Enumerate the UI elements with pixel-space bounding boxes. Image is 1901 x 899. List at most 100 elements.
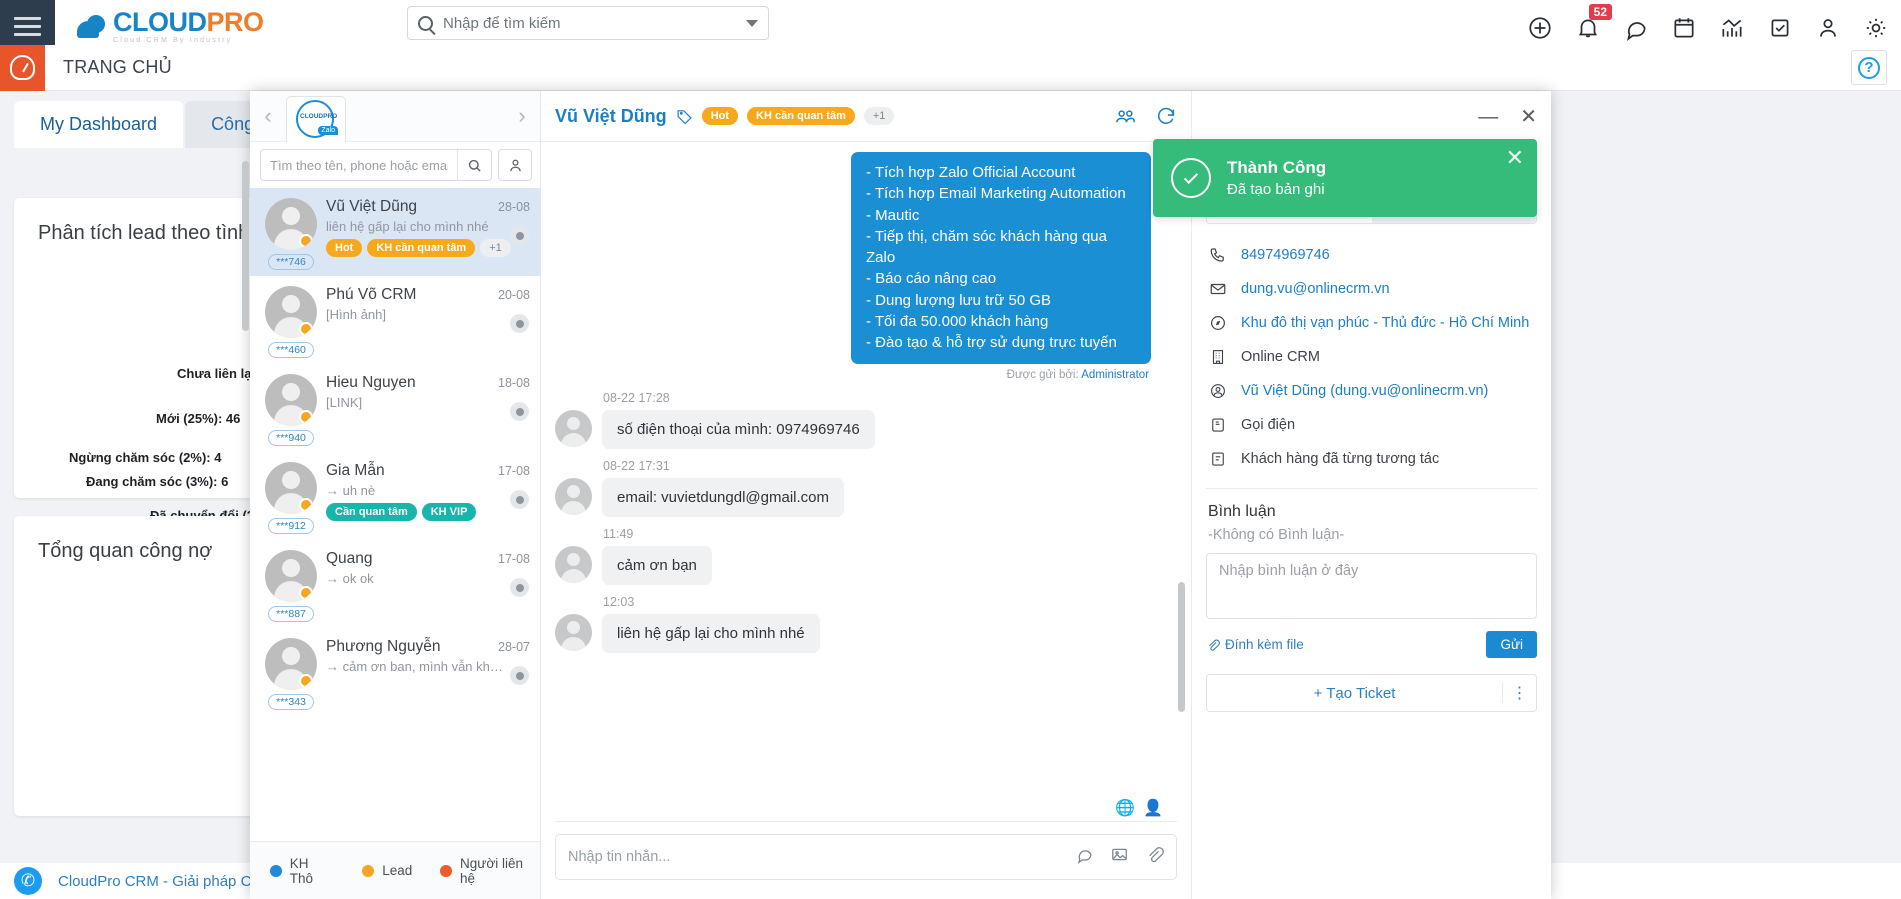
bell-icon[interactable]: 52 xyxy=(1575,3,1612,41)
user-icon[interactable] xyxy=(1815,15,1841,41)
conversation-title[interactable]: Vũ Việt Dũng xyxy=(555,106,667,127)
calendar-icon[interactable] xyxy=(1671,15,1697,41)
prev-channel-icon[interactable]: ‹ xyxy=(250,91,286,142)
contact-list[interactable]: ***746 Vũ Việt Dũng liên hệ gấp lại cho mì… xyxy=(250,188,540,841)
conversation-tag-0[interactable]: Hot xyxy=(701,107,739,125)
contact-date: 17-08 xyxy=(498,552,530,566)
next-channel-icon[interactable]: › xyxy=(504,91,540,142)
contact-list-item[interactable]: ***343 Phương Nguyễn → cảm ơn ban, mình vẫ… xyxy=(250,628,540,716)
legend-item: Lead xyxy=(362,863,412,878)
status-dot xyxy=(299,498,313,512)
message-input[interactable] xyxy=(568,849,1075,865)
analytics-icon[interactable] xyxy=(1719,15,1745,41)
contact-avatar-column: ***343 xyxy=(260,638,322,710)
detail-scrollbar[interactable] xyxy=(242,161,249,331)
chevron-down-icon[interactable] xyxy=(746,19,758,27)
contacts-search-input[interactable] xyxy=(261,157,457,173)
contacts-search-row xyxy=(250,142,540,188)
contact-phone: ***343 xyxy=(268,694,314,710)
contact-info-row[interactable]: 84974969746 xyxy=(1206,238,1537,272)
message-line: - Dung lượng lưu trữ 50 GB xyxy=(866,291,1052,309)
incoming-messages: 08-22 17:28 số điện thoại của mình: 09749… xyxy=(555,391,1151,653)
contact-tag[interactable]: +1 xyxy=(480,239,511,257)
contacts-header: ‹ CLOUDPRO Zalo › xyxy=(250,91,540,142)
comments-empty-text: -Không có Bình luận- xyxy=(1208,527,1345,543)
contact-list-item[interactable]: ***887 Quang → ok ok 17-08 xyxy=(250,540,540,628)
message-scrollbar[interactable] xyxy=(1178,582,1185,712)
incoming-message: email: vuvietdungdl@gmail.com xyxy=(555,477,1151,517)
legend-label: Lead xyxy=(382,863,413,878)
contact-tag[interactable]: KH VIP xyxy=(421,503,477,521)
image-icon[interactable] xyxy=(1110,845,1129,869)
contact-avatar-column: ***746 xyxy=(260,198,322,270)
composer-input-box[interactable] xyxy=(555,834,1177,880)
add-contact-button[interactable] xyxy=(498,149,532,181)
more-vertical-icon[interactable]: ⋮ xyxy=(1502,683,1536,703)
location-icon xyxy=(1208,314,1228,332)
window-controls: — ✕ xyxy=(1192,91,1551,142)
chat-icon[interactable] xyxy=(1623,15,1649,41)
contact-tag[interactable]: Cần quan tâm xyxy=(326,503,417,521)
outgoing-bubble: - Tích hợp Zalo Official Account - Tích h… xyxy=(851,152,1151,364)
tab-my-dashboard[interactable]: My Dashboard xyxy=(14,101,184,148)
contact-info-row: Khách hàng đã từng tương tác xyxy=(1206,442,1537,476)
refresh-icon[interactable] xyxy=(1155,105,1177,127)
call-icon xyxy=(1208,416,1228,434)
status-dot xyxy=(299,586,313,600)
zalo-channel-tab[interactable]: CLOUDPRO Zalo xyxy=(286,95,346,142)
footer-link[interactable]: CloudPro CRM - Giải pháp CRM xyxy=(58,873,275,890)
contact-info-row[interactable]: dung.vu@onlinecrm.vn xyxy=(1206,272,1537,306)
attachment-icon[interactable] xyxy=(1145,845,1164,869)
search-input[interactable] xyxy=(443,14,746,32)
contact-phone: ***912 xyxy=(268,518,314,534)
contact-tag[interactable]: Hot xyxy=(326,239,363,257)
contact-info-list: 84974969746 dung.vu@onlinecrm.vn Khu đô th… xyxy=(1192,238,1551,476)
legend-swatch xyxy=(440,864,453,877)
legend-swatch xyxy=(362,864,375,877)
conversation-tag-1[interactable]: KH cần quan tâm xyxy=(747,107,855,125)
quick-reply-icon[interactable] xyxy=(1075,845,1094,869)
brand-name-accent: PRO xyxy=(206,7,265,37)
message-composer: 🌐 👤 xyxy=(555,800,1177,899)
history-icon xyxy=(1208,450,1228,468)
emoji-person-icon[interactable]: 👤 xyxy=(1143,798,1163,818)
plus-circle-icon[interactable] xyxy=(1527,15,1553,41)
messenger-icon[interactable]: ✆ xyxy=(14,867,42,895)
create-ticket-button[interactable]: + Tạo Ticket xyxy=(1207,685,1502,702)
question-mark-icon: ? xyxy=(1858,56,1880,79)
brand-name-primary: CLOUD xyxy=(113,7,207,37)
message-list[interactable]: - Tích hợp Zalo Official Account - Tích h… xyxy=(541,142,1191,821)
global-search[interactable] xyxy=(407,6,769,40)
contact-info-row[interactable]: Khu đô thị vạn phúc - Thủ đức - Hồ Chí M… xyxy=(1206,306,1537,340)
app-logo[interactable]: CLOUDPRO Cloud CRM By Industry xyxy=(77,9,264,44)
search-icon xyxy=(418,15,433,31)
zalo-channel-icon: CLOUDPRO Zalo xyxy=(294,100,338,138)
gear-icon[interactable] xyxy=(1863,15,1889,41)
emoji-globe-icon[interactable]: 🌐 xyxy=(1115,798,1135,818)
assign-agent-icon[interactable] xyxy=(1114,105,1137,128)
attach-file-button[interactable]: Đính kèm file xyxy=(1206,637,1304,652)
contact-list-item[interactable]: ***912 Gia Mẫn → uh nè Cần quan tâm KH VIP 17… xyxy=(250,452,540,540)
toast-close-icon[interactable]: ✕ xyxy=(1506,147,1524,169)
send-comment-button[interactable]: Gửi xyxy=(1486,631,1537,658)
task-icon[interactable] xyxy=(1767,15,1793,41)
contact-icon xyxy=(1208,382,1228,400)
sent-by-user[interactable]: Administrator xyxy=(1081,369,1149,381)
incoming-bubble: cảm ơn bạn xyxy=(602,545,712,585)
avatar xyxy=(555,409,592,447)
contact-list-item[interactable]: ***940 Hieu Nguyen [LINK] 18-08 xyxy=(250,364,540,452)
contacts-search-button[interactable] xyxy=(457,150,491,180)
contact-info-row[interactable]: Vũ Việt Dũng (dung.vu@onlinecrm.vn) xyxy=(1206,374,1537,408)
comment-input[interactable]: Nhập bình luận ở đây xyxy=(1206,553,1537,619)
contacts-search-field[interactable] xyxy=(260,149,492,181)
help-button[interactable]: ? xyxy=(1851,50,1887,85)
close-icon[interactable]: ✕ xyxy=(1520,107,1537,127)
contact-list-item[interactable]: ***746 Vũ Việt Dũng liên hệ gấp lại cho mì… xyxy=(250,188,540,276)
contact-list-item[interactable]: ***460 Phú Võ CRM [Hình ảnh] 20-08 xyxy=(250,276,540,364)
minimize-button[interactable]: — xyxy=(1478,107,1498,127)
contact-tag[interactable]: KH cần quan tâm xyxy=(367,239,476,257)
tag-icon[interactable] xyxy=(676,108,693,125)
message-line: - Đào tạo & hỗ trợ sử dụng trực tuyến xyxy=(866,334,1117,352)
message-timestamp: 08-22 17:28 xyxy=(603,390,670,405)
conversation-tag-more[interactable]: +1 xyxy=(863,107,895,125)
